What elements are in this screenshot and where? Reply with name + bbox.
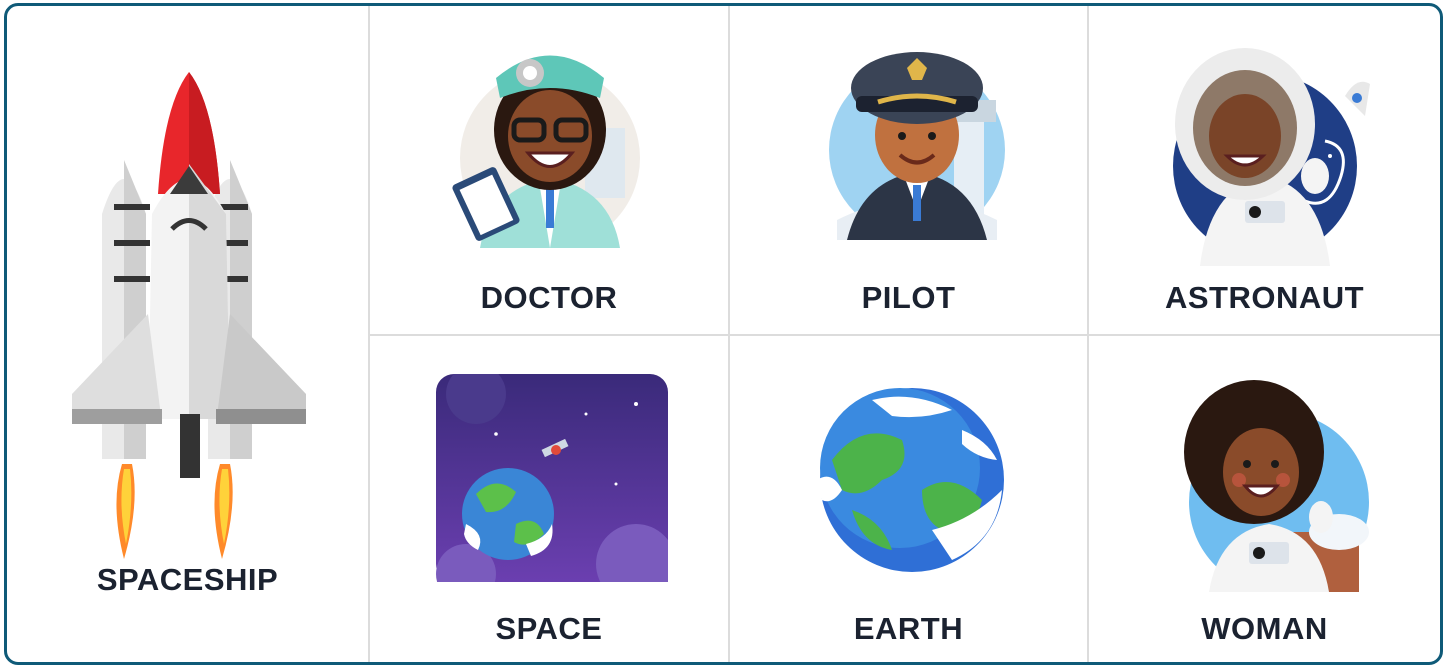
card-label: ASTRONAUT <box>1164 280 1365 315</box>
card-label: SPACESHIP <box>96 562 279 597</box>
card-grid: SPACESHIP DOCTOR PILOT ASTRONAUT SPACE E… <box>7 6 1440 662</box>
card-astronaut[interactable]: ASTRONAUT <box>1087 6 1440 334</box>
card-woman[interactable]: WOMAN <box>1087 334 1440 662</box>
card-pilot[interactable]: PILOT <box>728 6 1087 334</box>
card-label: PILOT <box>861 280 956 315</box>
card-doctor[interactable]: DOCTOR <box>368 6 728 334</box>
space-icon <box>436 374 668 582</box>
flashcard-board: SPACESHIP DOCTOR PILOT ASTRONAUT SPACE E… <box>4 3 1443 665</box>
pilot-icon <box>822 40 1012 240</box>
doctor-icon <box>450 38 640 248</box>
card-label: EARTH <box>853 611 964 646</box>
astronaut-icon <box>1165 36 1385 266</box>
card-label: SPACE <box>495 611 603 646</box>
card-space[interactable]: SPACE <box>368 334 728 662</box>
card-spaceship[interactable]: SPACESHIP <box>7 6 368 662</box>
card-earth[interactable]: EARTH <box>728 334 1087 662</box>
card-label: DOCTOR <box>480 280 618 315</box>
rocket-icon <box>62 64 312 564</box>
card-label: WOMAN <box>1201 611 1328 646</box>
earth-icon <box>812 380 1012 580</box>
woman-icon <box>1169 372 1369 592</box>
